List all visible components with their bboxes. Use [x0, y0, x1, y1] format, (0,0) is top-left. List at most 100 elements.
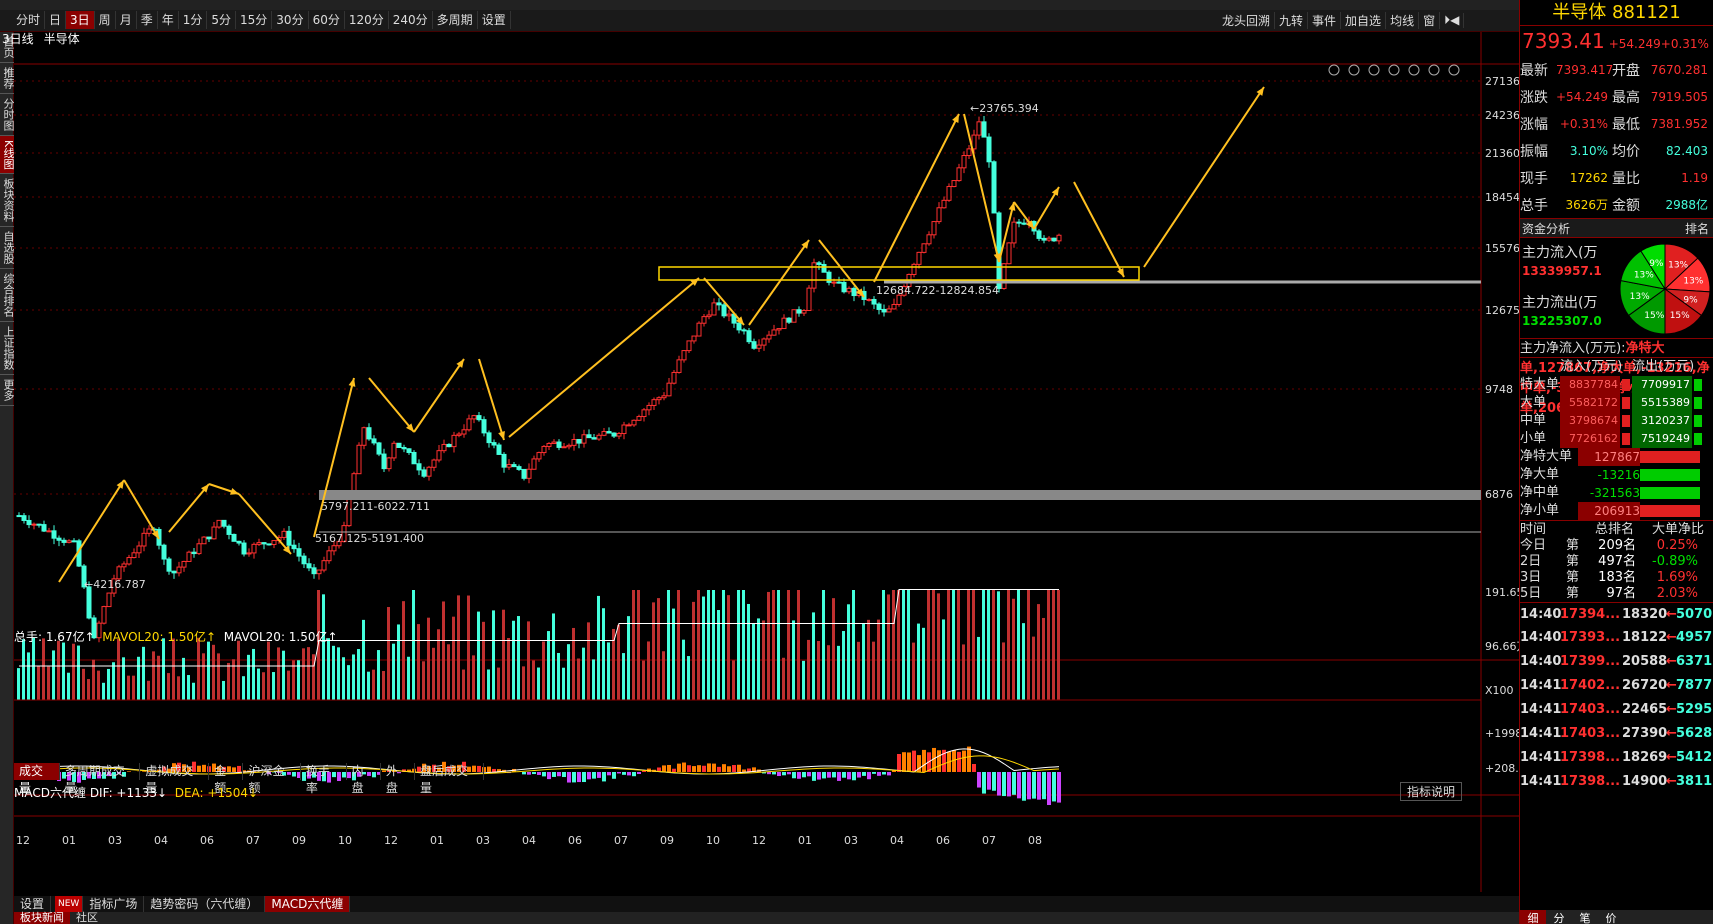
volume-tab[interactable]: 成交量 [14, 763, 60, 795]
candle-body [296, 548, 302, 557]
bottom-tab-2[interactable]: 板块新闻 [14, 912, 70, 924]
tool-button[interactable]: 均线 [1386, 11, 1420, 29]
period-tab[interactable]: 季 [137, 11, 158, 29]
period-tab[interactable]: 1分 [179, 11, 208, 29]
rank-button[interactable]: 排名 [1685, 219, 1709, 239]
detail-tab[interactable]: 笔 [1572, 910, 1598, 924]
candle-body [801, 310, 807, 314]
period-tab[interactable]: 30分 [272, 11, 309, 29]
candle-body [891, 303, 897, 310]
period-tab[interactable]: 设置 [478, 11, 511, 29]
volume-bar [567, 644, 570, 700]
candle-body [356, 444, 362, 475]
period-tab[interactable]: 240分 [389, 11, 433, 29]
volume-bar [807, 639, 810, 700]
sidebar-item[interactable]: 推荐 [0, 63, 15, 94]
detail-tab[interactable]: 价 [1598, 910, 1624, 924]
macd-title: MACD六代缠 DIF: +1133↓ DEA: +1504↓ [14, 784, 258, 801]
candle-body [596, 434, 602, 440]
sidebar-item[interactable]: 综合排名 [0, 269, 15, 323]
volume-tab[interactable]: 内盘 [347, 763, 381, 795]
candle-body [166, 558, 172, 572]
volume-bar [1057, 590, 1060, 700]
period-tab[interactable]: 月 [116, 11, 137, 29]
tool-button[interactable]: 龙头回溯 [1218, 11, 1276, 29]
volume-bar [27, 652, 30, 700]
sidebar-item[interactable]: 更多 [0, 375, 15, 407]
tool-button[interactable]: 九转 [1275, 11, 1309, 29]
sidebar-item[interactable]: K线图 [0, 136, 15, 175]
detail-tab[interactable]: 细 [1520, 910, 1546, 924]
macd-bar [522, 772, 526, 775]
volume-tab[interactable]: 金额 [209, 763, 244, 795]
bottom-tab[interactable]: MACD六代缠 [265, 896, 351, 912]
volume-tab[interactable]: 沪深金额 [243, 763, 301, 795]
volume-bar [487, 669, 490, 700]
tool-button[interactable]: 加自选 [1341, 11, 1387, 29]
candle-body [316, 569, 322, 575]
volume-tab[interactable]: 虚拟成交量 [140, 763, 210, 795]
period-tab[interactable]: 3日 [66, 11, 95, 29]
macd-bar [782, 772, 786, 776]
volume-bar [712, 590, 715, 700]
volume-bar [937, 593, 940, 700]
candle-body [491, 442, 497, 446]
macd-bar [1052, 772, 1056, 802]
volume-bar [1022, 623, 1025, 700]
bottom-tabs: 设置 NEW 指标广场 趋势密码（六代缠） MACD六代缠 [14, 896, 1519, 912]
macd-bar [987, 772, 991, 790]
period-tab[interactable]: 周 [95, 11, 116, 29]
volume-bar [122, 657, 125, 700]
period-tab[interactable]: 120分 [345, 11, 389, 29]
period-tab[interactable]: 多周期 [433, 11, 478, 29]
sidebar-item[interactable]: 上证指数 [0, 322, 15, 376]
volume-bar [107, 668, 110, 700]
macd-bar [712, 763, 716, 772]
period-tab[interactable]: 5分 [207, 11, 237, 29]
tool-button[interactable]: ⏵◀ [1440, 12, 1465, 28]
bottom-tab[interactable]: NEW [55, 896, 84, 912]
candle-body [216, 519, 222, 528]
volume-bar [397, 624, 400, 700]
candle-body [1051, 237, 1057, 242]
sidebar-item[interactable]: 自选股 [0, 227, 15, 270]
candle-body [1036, 230, 1042, 239]
volume-tab[interactable]: 换手率 [301, 763, 347, 795]
tool-button[interactable]: 事件 [1308, 11, 1342, 29]
period-tab[interactable]: 分时 [12, 11, 46, 29]
bottom-tab[interactable]: 设置 [14, 896, 52, 912]
detail-tab[interactable]: 分 [1546, 910, 1572, 924]
volume-tab[interactable]: 多周期成交量 [60, 763, 141, 795]
candle-body [401, 446, 407, 450]
volume-bar [617, 624, 620, 700]
macd-bar [967, 746, 971, 772]
volume-bar [777, 590, 780, 700]
period-tab[interactable]: 60分 [309, 11, 345, 29]
sidebar-item[interactable]: 板块资料 [0, 174, 15, 228]
candle-body [606, 431, 612, 434]
period-tab[interactable]: 年 [158, 11, 179, 29]
volume-bar [137, 656, 140, 700]
bottom-tab[interactable]: 指标广场 [83, 896, 145, 912]
volume-bar [762, 620, 765, 700]
candle-body [186, 551, 192, 562]
volume-bar [37, 665, 40, 700]
period-tab[interactable]: 日 [45, 11, 67, 29]
bottom-tab[interactable]: 趋势密码（六代缠） [144, 896, 266, 912]
macd-bar [622, 772, 626, 775]
macd-bar [1047, 772, 1051, 806]
volume-bar [867, 619, 870, 700]
volume-bar [982, 590, 985, 700]
candle-body [161, 544, 167, 560]
sidebar-item[interactable]: 分时图 [0, 94, 15, 136]
volume-tab[interactable]: 外盘 [381, 763, 416, 795]
volume-tab[interactable]: 盘后成交量 [415, 763, 484, 795]
candle-body [286, 530, 292, 546]
tool-button[interactable]: 窗 [1419, 11, 1441, 29]
bottom-tab-2[interactable]: 社区 [70, 912, 104, 924]
period-tab[interactable]: 15分 [236, 11, 273, 29]
tick-row: 14:41 17398... 14900 ← 3811 [1520, 774, 1713, 789]
indicator-help-button[interactable]: 指标说明 [1400, 782, 1463, 801]
macd-bar [1012, 772, 1016, 795]
volume-bar [412, 590, 415, 700]
